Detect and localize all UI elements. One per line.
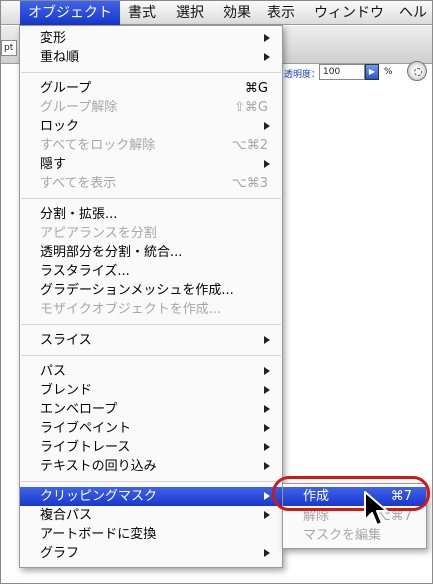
highlight-callout [272, 476, 430, 511]
menu-item-hide[interactable]: 隠す [20, 155, 282, 174]
menu-item-label: グループ解除 [40, 100, 118, 115]
submenu-arrow-icon [264, 424, 270, 432]
menu-item-label: 分割・拡張... [40, 207, 118, 222]
menu-separator [21, 481, 281, 482]
menu-item-rasterize[interactable]: ラスタライズ... [20, 262, 282, 281]
menu-item-label: 隠す [40, 157, 67, 172]
menu-separator [21, 324, 281, 325]
submenu-arrow-icon [264, 386, 270, 394]
object-menu: 変形 重ね順 グループ ⌘G グループ解除 ⇧⌘G ロック すべてをロック解除 … [19, 25, 283, 568]
options-gear-icon[interactable] [407, 61, 427, 81]
menu-separator [21, 198, 281, 199]
menu-item-label: グループ [40, 81, 92, 96]
menu-item-label: ラスタライズ... [40, 264, 130, 279]
menu-item-label: ロック [40, 119, 80, 134]
menu-item-group[interactable]: グループ ⌘G [20, 79, 282, 98]
menu-item-label: すべてをロック解除 [40, 138, 156, 153]
menu-view[interactable]: 表示 [267, 1, 295, 25]
menu-window[interactable]: ウィンドウ [314, 1, 384, 25]
menu-type[interactable]: 書式 [128, 1, 156, 25]
menu-item-label: 重ね順 [40, 50, 80, 65]
menu-item-blend[interactable]: ブレンド [20, 381, 282, 400]
menu-item-label: ブレンド [40, 383, 93, 398]
submenu-item-edit-mask: マスクを編集 [283, 526, 426, 545]
menu-item-label: テキストの回り込み [40, 459, 157, 474]
menu-item-arrange[interactable]: 重ね順 [20, 48, 282, 67]
menu-item-flatten-transparency[interactable]: 透明部分を分割・統合... [20, 243, 282, 262]
menu-item-live-trace[interactable]: ライブトレース [20, 438, 282, 457]
menu-bar: オブジェクト 書式 選択 効果 表示 ウィンドウ ヘル [1, 1, 432, 25]
menu-help[interactable]: ヘル [399, 1, 427, 25]
menu-item-label: アピアランスを分割 [40, 226, 157, 241]
menu-item-label: ライブトレース [40, 440, 131, 455]
menu-object[interactable]: オブジェクト [20, 1, 120, 25]
menu-item-slice[interactable]: スライス [20, 331, 282, 350]
submenu-arrow-icon [264, 122, 270, 130]
menu-item-label: ライブペイント [40, 421, 132, 436]
menu-item-label: アートボードに変換 [40, 527, 157, 542]
menu-item-unlock-all: すべてをロック解除 ⌥⌘2 [20, 136, 282, 155]
menu-effect[interactable]: 効果 [223, 1, 251, 25]
menu-item-label: グラデーションメッシュを作成... [40, 283, 234, 298]
menu-item-shortcut: ⌘G [244, 81, 268, 96]
menu-item-label: モザイクオブジェクトを作成... [40, 302, 222, 317]
submenu-arrow-icon [264, 492, 270, 500]
opacity-input[interactable]: 100 [319, 64, 365, 80]
menu-item-label: パス [40, 364, 67, 379]
opacity-dropdown-button[interactable]: ▶ [365, 64, 379, 80]
menu-item-expand-appearance: アピアランスを分割 [20, 224, 282, 243]
menu-item-convert-artboard[interactable]: アートボードに変換 [20, 525, 282, 544]
opacity-label: 透明度： [284, 70, 321, 80]
menu-item-label: エンベロープ [40, 402, 118, 417]
menu-separator [21, 72, 281, 73]
menu-item-compound-path[interactable]: 複合パス [20, 506, 282, 525]
menu-item-lock[interactable]: ロック [20, 117, 282, 136]
menu-item-gradient-mesh[interactable]: グラデーションメッシュを作成... [20, 281, 282, 300]
menu-item-live-paint[interactable]: ライブペイント [20, 419, 282, 438]
menu-item-clipping-mask[interactable]: クリッピングマスク [20, 487, 282, 506]
menu-item-label: グラフ [40, 546, 80, 561]
menu-item-label: スライス [40, 333, 92, 348]
submenu-arrow-icon [264, 549, 270, 557]
menu-item-ungroup: グループ解除 ⇧⌘G [20, 98, 282, 117]
mouse-pointer-icon [364, 491, 388, 526]
menu-item-expand[interactable]: 分割・拡張... [20, 205, 282, 224]
menu-item-text-wrap[interactable]: テキストの回り込み [20, 457, 282, 476]
menu-item-shortcut: ⇧⌘G [234, 100, 268, 115]
menu-select[interactable]: 選択 [176, 1, 204, 25]
menu-item-path[interactable]: パス [20, 362, 282, 381]
unit-field[interactable]: pt [1, 40, 17, 56]
submenu-arrow-icon [264, 53, 270, 61]
menu-item-transform[interactable]: 変形 [20, 29, 282, 48]
submenu-arrow-icon [264, 34, 270, 42]
submenu-arrow-icon [264, 367, 270, 375]
menu-item-graph[interactable]: グラフ [20, 544, 282, 563]
submenu-arrow-icon [264, 160, 270, 168]
menu-item-mosaic: モザイクオブジェクトを作成... [20, 300, 282, 319]
menu-item-envelope[interactable]: エンベロープ [20, 400, 282, 419]
menu-item-label: 変形 [40, 31, 67, 46]
menu-item-label: 複合パス [40, 508, 93, 523]
submenu-arrow-icon [264, 511, 270, 519]
menu-item-show-all: すべてを表示 ⌥⌘3 [20, 174, 282, 193]
submenu-arrow-icon [264, 443, 270, 451]
menu-item-shortcut: ⌥⌘3 [231, 176, 268, 191]
menu-item-shortcut: ⌥⌘2 [231, 138, 268, 153]
submenu-arrow-icon [264, 336, 270, 344]
submenu-arrow-icon [264, 405, 270, 413]
submenu-arrow-icon [264, 462, 270, 470]
percent-label: % [384, 67, 393, 77]
app-window: オブジェクト 書式 選択 効果 表示 ウィンドウ ヘル pt 透明度： 100 … [0, 0, 433, 584]
menu-item-label: 透明部分を分割・統合... [40, 245, 183, 260]
menu-separator [21, 355, 281, 356]
menu-item-label: クリッピングマスク [40, 489, 158, 504]
menu-item-label: すべてを表示 [40, 176, 117, 191]
